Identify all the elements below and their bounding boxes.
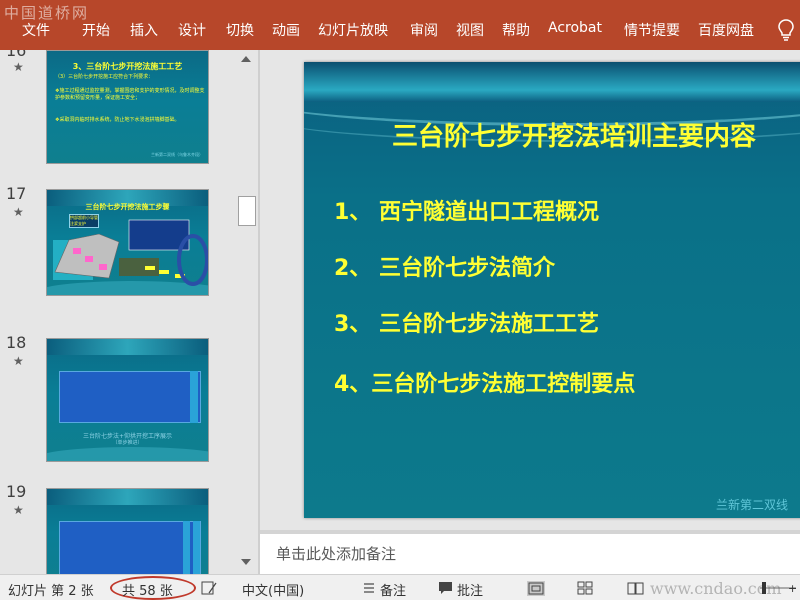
tab-help[interactable]: 帮助 bbox=[502, 20, 530, 40]
zoom-slider[interactable]: + bbox=[760, 581, 796, 595]
slide-thumbnail-19[interactable] bbox=[46, 488, 209, 574]
notes-button[interactable]: 备注 bbox=[380, 580, 406, 599]
slide-item-1[interactable]: 1、 西宁隧道出口工程概况 bbox=[334, 194, 599, 226]
thumbnail-scrollbar[interactable] bbox=[236, 50, 258, 574]
thumb-footer: 兰新第二双线（乌鲁木齐段） bbox=[151, 152, 203, 157]
status-bar: 幻灯片 第 2 张 共 58 张 中文(中国) 备注 批注 www.cndao.… bbox=[0, 574, 800, 600]
comments-button[interactable]: 批注 bbox=[457, 580, 483, 599]
notes-placeholder[interactable]: 单击此处添加备注 bbox=[276, 543, 396, 564]
notes-icon[interactable] bbox=[362, 581, 376, 595]
tab-acrobat[interactable]: Acrobat bbox=[548, 20, 602, 36]
slide-number: 18 bbox=[6, 333, 27, 352]
tab-review[interactable]: 审阅 bbox=[410, 20, 438, 40]
slide-thumbnail-17[interactable]: 三台阶七步开挖法施工步骤 拱部超前小导管注浆支护 bbox=[46, 189, 209, 296]
slide-item-2[interactable]: 2、 三台阶七步法简介 bbox=[334, 250, 555, 282]
main-slide[interactable]: 三台阶七步开挖法培训主要内容 1、 西宁隧道出口工程概况 2、 三台阶七步法简介… bbox=[304, 62, 800, 518]
video-placeholder bbox=[59, 521, 201, 574]
star-icon: ★ bbox=[13, 205, 24, 219]
video-placeholder-edge bbox=[190, 371, 198, 423]
video-placeholder-edge bbox=[193, 521, 200, 574]
slide-position: 幻灯片 第 2 张 bbox=[8, 584, 94, 599]
slide-sorter-icon[interactable] bbox=[577, 581, 593, 595]
slide-thumbnail-panel: 16 ★ 3、三台阶七步开挖法施工工艺 （3）三台阶七步开挖施工应符合下列要求：… bbox=[0, 50, 235, 574]
language-indicator[interactable]: 中文(中国) bbox=[242, 580, 304, 599]
slide-number: 17 bbox=[6, 184, 27, 203]
tab-view[interactable]: 视图 bbox=[456, 20, 484, 40]
slide-count: 共 58 张 bbox=[122, 584, 173, 599]
slide-item-4[interactable]: 4、三台阶七步法施工控制要点 bbox=[334, 366, 635, 398]
scroll-down-icon[interactable] bbox=[241, 559, 251, 565]
reading-view-icon[interactable] bbox=[627, 581, 644, 595]
thumb-title: 三台阶七步开挖法施工步骤 bbox=[85, 203, 170, 211]
slide-footer: 兰新第二双线 bbox=[716, 498, 789, 512]
lightbulb-icon[interactable] bbox=[778, 19, 794, 41]
star-icon: ★ bbox=[13, 354, 24, 368]
tab-home[interactable]: 开始 bbox=[82, 20, 110, 40]
thumb-body-1: ❖施工过程通过监控量测，掌握围岩和支护的变形情况，及时调整支护参数和预留变形量，… bbox=[55, 88, 205, 101]
powerpoint-window: 中国道桥网 文件 开始 插入 设计 切换 动画 幻灯片放映 审阅 视图 帮助 A… bbox=[0, 0, 800, 600]
tab-transitions[interactable]: 切换 bbox=[226, 20, 254, 40]
comment-icon[interactable] bbox=[438, 581, 453, 595]
thumb-band bbox=[47, 489, 208, 505]
notes-pane[interactable]: 单击此处添加备注 bbox=[260, 534, 800, 574]
thumb-subtitle: （3）三台阶七步开挖施工应符合下列要求： bbox=[55, 74, 154, 80]
thumb-wave bbox=[47, 447, 208, 461]
tab-baidu-netdisk[interactable]: 百度网盘 bbox=[698, 20, 754, 40]
slide-title[interactable]: 三台阶七步开挖法培训主要内容 bbox=[392, 116, 756, 153]
star-icon: ★ bbox=[13, 60, 24, 74]
thumb-caption-sub: （单步推进） bbox=[112, 440, 143, 446]
tab-file[interactable]: 文件 bbox=[22, 20, 50, 40]
tunnel-diagram bbox=[53, 219, 208, 286]
scroll-up-icon[interactable] bbox=[241, 56, 251, 62]
tab-slideshow[interactable]: 幻灯片放映 bbox=[318, 20, 388, 40]
slide-thumbnail-18[interactable]: 三台阶七步法+仰拱开挖工序展示 （单步推进） bbox=[46, 338, 209, 462]
normal-view-icon[interactable] bbox=[527, 581, 545, 596]
video-placeholder-edge bbox=[183, 521, 190, 574]
tab-storyboard[interactable]: 情节提要 bbox=[624, 20, 680, 40]
slide-number: 19 bbox=[6, 482, 27, 501]
scrollbar-thumb[interactable] bbox=[238, 196, 256, 226]
slide-editor: 三台阶七步开挖法培训主要内容 1、 西宁隧道出口工程概况 2、 三台阶七步法简介… bbox=[260, 50, 800, 530]
slide-thumbnail-16[interactable]: 3、三台阶七步开挖法施工工艺 （3）三台阶七步开挖施工应符合下列要求： ❖施工过… bbox=[46, 50, 209, 164]
tab-animations[interactable]: 动画 bbox=[272, 20, 300, 40]
video-placeholder bbox=[59, 371, 201, 423]
ribbon-tab-bar: 中国道桥网 文件 开始 插入 设计 切换 动画 幻灯片放映 审阅 视图 帮助 A… bbox=[0, 0, 800, 50]
thumb-body-2: ❖采取洞内临时排水系统，防止地下水浸泡拱墙脚基础。 bbox=[55, 117, 180, 123]
slide-item-3[interactable]: 3、 三台阶七步法施工工艺 bbox=[334, 306, 599, 338]
thumb-band bbox=[47, 339, 208, 355]
tab-design[interactable]: 设计 bbox=[178, 20, 206, 40]
star-icon: ★ bbox=[13, 503, 24, 517]
tab-insert[interactable]: 插入 bbox=[130, 20, 158, 40]
thumb-title: 3、三台阶七步开挖法施工工艺 bbox=[72, 62, 183, 71]
slide-number: 16 bbox=[6, 50, 27, 60]
spellcheck-icon[interactable] bbox=[201, 581, 217, 595]
svg-text:+: + bbox=[788, 582, 796, 595]
